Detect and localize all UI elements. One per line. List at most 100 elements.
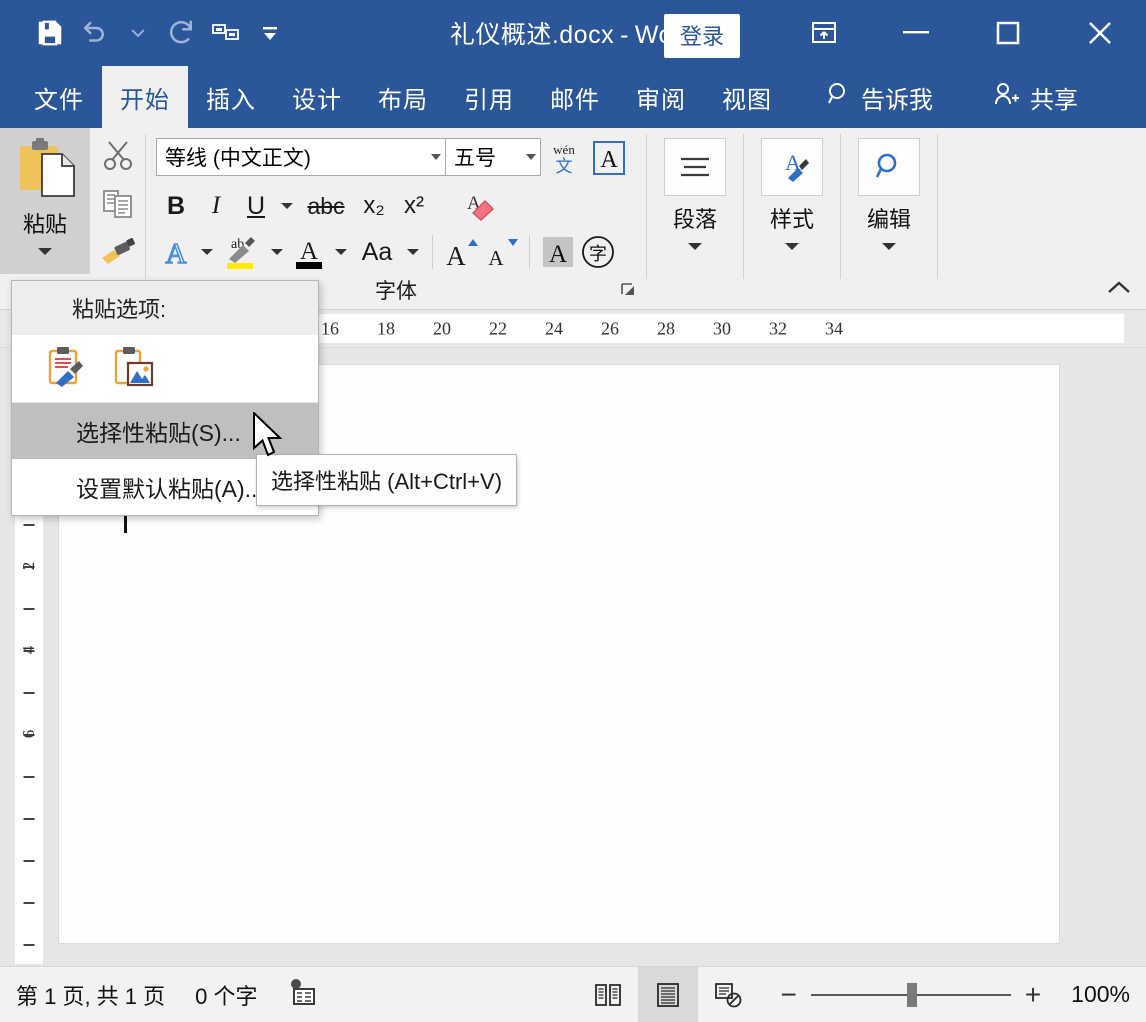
strikethrough-glyph: abc: [307, 193, 344, 220]
styles-chevron-down-icon[interactable]: [783, 238, 801, 256]
paste-picture-icon[interactable]: [110, 343, 156, 394]
paste-chevron-down-icon[interactable]: [36, 243, 54, 261]
save-icon[interactable]: [28, 11, 72, 55]
clear-formatting-icon[interactable]: A: [448, 186, 508, 226]
document-name: 礼仪概述.docx: [450, 21, 614, 49]
svg-text:A: A: [300, 238, 318, 265]
page-count-label[interactable]: 第 1 页, 共 1 页: [16, 979, 165, 1011]
font-dialog-launcher-icon[interactable]: [620, 282, 638, 305]
subscript-button[interactable]: x₂: [354, 186, 394, 226]
copy-icon[interactable]: [101, 187, 135, 226]
close-button[interactable]: [1054, 0, 1146, 66]
highlight-chevron-down-icon[interactable]: [266, 232, 288, 272]
font-name-value: 等线 (中文正文): [165, 142, 431, 172]
ribbon-display-options-icon[interactable]: [778, 0, 870, 66]
svg-text:A: A: [549, 241, 567, 268]
minimize-button[interactable]: [870, 0, 962, 66]
text-effects-icon[interactable]: A: [156, 232, 196, 272]
change-case-glyph: Aa: [362, 238, 393, 267]
touch-mouse-mode-icon[interactable]: [204, 11, 248, 55]
tab-view[interactable]: 视图: [704, 66, 790, 128]
tab-file[interactable]: 文件: [16, 66, 102, 128]
share-button[interactable]: 共享: [977, 66, 1094, 128]
phonetic-guide-icon[interactable]: wén 文: [541, 138, 587, 178]
zoom-out-button[interactable]: −: [780, 981, 796, 1009]
underline-button[interactable]: U: [236, 186, 276, 226]
font-size-input[interactable]: 五号: [446, 138, 541, 176]
sign-in-button[interactable]: 登录: [664, 14, 740, 58]
font-color-chevron-down-icon[interactable]: [330, 232, 352, 272]
font-name-chevron-down-icon[interactable]: [431, 154, 441, 160]
collapse-ribbon-chevron-up-icon[interactable]: [1106, 280, 1132, 301]
ruler-tick-mark: [24, 776, 35, 778]
font-color-icon[interactable]: A: [288, 232, 330, 272]
paragraph-chevron-down-icon[interactable]: [686, 238, 704, 256]
editing-chevron-down-icon[interactable]: [880, 238, 898, 256]
ruler-tick: 26: [601, 318, 619, 339]
shrink-font-icon[interactable]: A: [481, 232, 521, 272]
tab-home[interactable]: 开始: [102, 66, 188, 128]
change-case-button[interactable]: Aa: [352, 232, 402, 272]
ribbon-group-paragraph: 段落: [647, 128, 743, 309]
zoom-controls: − + 100%: [780, 981, 1130, 1009]
zoom-slider-thumb[interactable]: [907, 983, 917, 1007]
styles-brush-icon[interactable]: A: [761, 138, 823, 196]
text-highlight-color-icon[interactable]: ab: [218, 232, 266, 272]
cut-scissors-icon[interactable]: [101, 138, 135, 177]
italic-button[interactable]: I: [196, 186, 236, 226]
paste-label: 粘贴: [23, 207, 67, 239]
underline-chevron-down-icon[interactable]: [276, 186, 298, 226]
search-icon: [826, 81, 852, 114]
tab-layout[interactable]: 布局: [360, 66, 446, 128]
ruler-tick: 32: [769, 318, 787, 339]
zoom-level-label[interactable]: 100%: [1071, 981, 1130, 1008]
strikethrough-button[interactable]: abc: [298, 186, 354, 226]
font-name-input[interactable]: 等线 (中文正文): [156, 138, 446, 176]
paragraph-label: 段落: [673, 202, 717, 234]
tab-review[interactable]: 审阅: [618, 66, 704, 128]
tell-me-box[interactable]: 告诉我: [810, 66, 949, 128]
paste-menu-header: 粘贴选项:: [12, 281, 318, 335]
paste-button[interactable]: 粘贴: [0, 128, 90, 274]
grow-font-icon[interactable]: A: [441, 232, 481, 272]
font-size-chevron-down-icon[interactable]: [526, 154, 536, 160]
paste-keep-source-formatting-icon[interactable]: [42, 343, 88, 394]
title-bar: 礼仪概述.docx-Word 登录: [0, 0, 1146, 66]
ruler-tick-mark: [24, 818, 35, 820]
undo-dropdown-chevron-down-icon[interactable]: [116, 11, 160, 55]
paste-options-row: [12, 335, 318, 403]
redo-icon[interactable]: [160, 11, 204, 55]
format-painter-icon[interactable]: [100, 236, 136, 271]
tab-mailings[interactable]: 邮件: [532, 66, 618, 128]
web-layout-icon[interactable]: [698, 967, 758, 1022]
customize-qat-chevron-down-icon[interactable]: [248, 11, 292, 55]
window-controls: [778, 0, 1146, 66]
restore-button[interactable]: [962, 0, 1054, 66]
zoom-in-button[interactable]: +: [1025, 981, 1041, 1009]
character-border-icon[interactable]: A: [587, 138, 631, 178]
tab-design[interactable]: 设计: [274, 66, 360, 128]
undo-icon[interactable]: [72, 11, 116, 55]
font-row-divider-2: [529, 235, 530, 269]
ruler-tick-mark: [24, 608, 35, 610]
bold-button[interactable]: B: [156, 186, 196, 226]
status-right: − + 100%: [578, 967, 1130, 1022]
change-case-chevron-down-icon[interactable]: [402, 232, 424, 272]
status-left: 第 1 页, 共 1 页 0 个字: [16, 978, 318, 1012]
paragraph-lines-icon[interactable]: [664, 138, 726, 196]
editing-label: 编辑: [867, 202, 911, 234]
character-shading-icon[interactable]: A: [538, 232, 578, 272]
tab-insert[interactable]: 插入: [188, 66, 274, 128]
text-effects-chevron-down-icon[interactable]: [196, 232, 218, 272]
word-count-label[interactable]: 0 个字: [195, 979, 257, 1011]
superscript-glyph: x²: [404, 192, 424, 220]
enclose-characters-icon[interactable]: 字: [578, 232, 618, 272]
print-layout-icon[interactable]: [638, 967, 698, 1022]
mouse-cursor-icon: [252, 412, 286, 465]
superscript-button[interactable]: x²: [394, 186, 434, 226]
tab-references[interactable]: 引用: [446, 66, 532, 128]
zoom-slider[interactable]: [811, 994, 1011, 996]
read-mode-icon[interactable]: [578, 967, 638, 1022]
proofing-status-icon[interactable]: [288, 978, 318, 1012]
magnifier-icon[interactable]: [858, 138, 920, 196]
